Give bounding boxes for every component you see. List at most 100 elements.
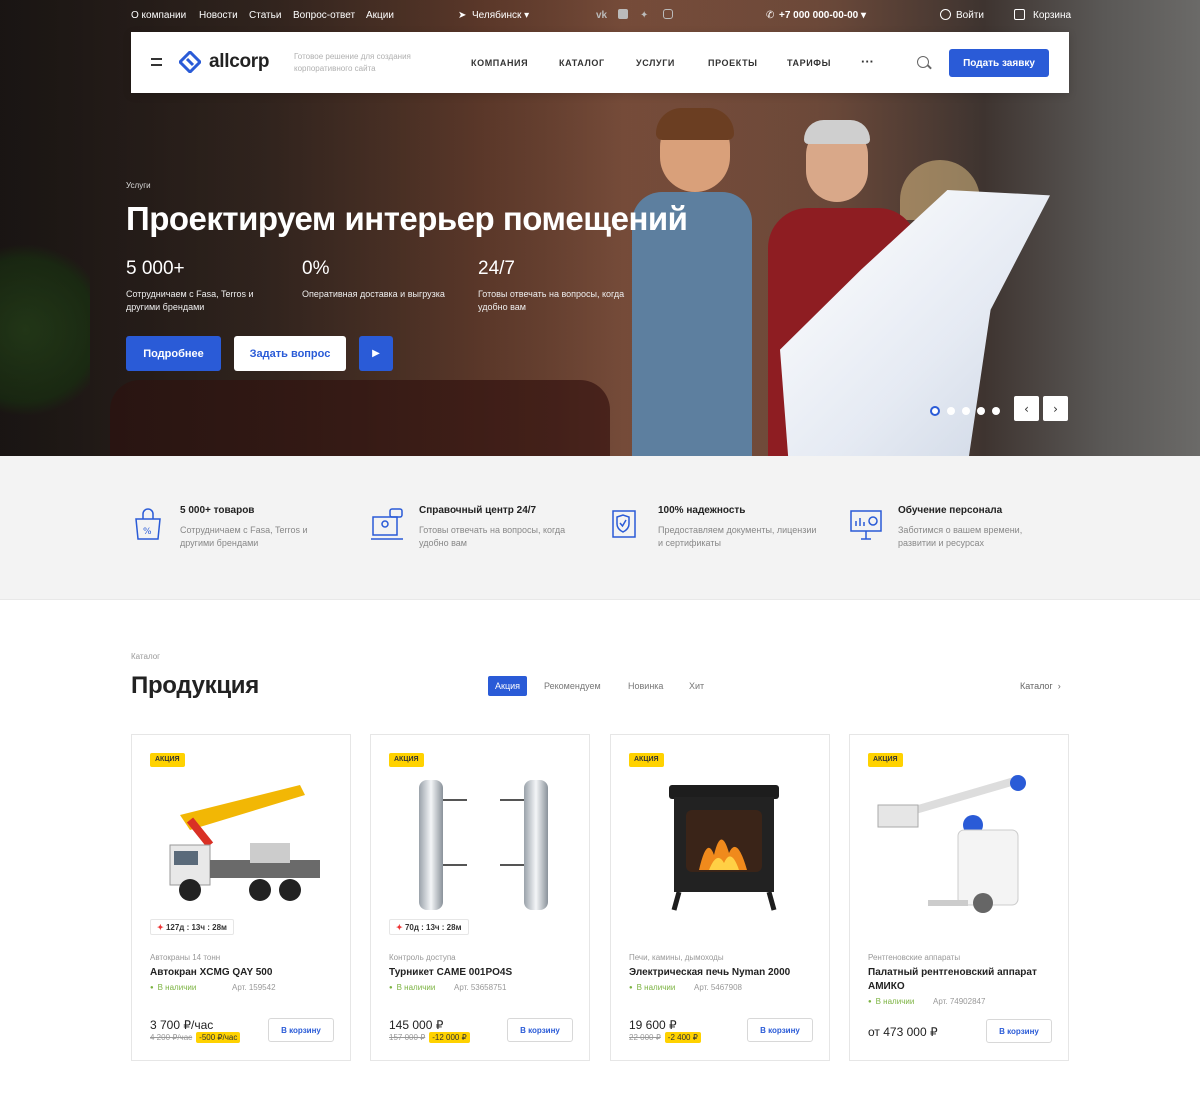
- search-icon[interactable]: [917, 56, 929, 68]
- product-price: 3 700 ₽/час: [150, 1018, 214, 1032]
- nav-catalog[interactable]: Каталог: [559, 58, 605, 68]
- cart-link[interactable]: Корзина: [1033, 10, 1071, 21]
- phone-icon: ✆: [766, 10, 775, 21]
- support-center-icon: [371, 508, 403, 540]
- product-card[interactable]: Акция Рентгеновские аппараты Палатный ре…: [849, 734, 1069, 1061]
- more-details-button[interactable]: Подробнее: [126, 336, 221, 371]
- slider-prev-button[interactable]: ‹: [1014, 396, 1039, 421]
- tab-new[interactable]: Новинка: [621, 676, 670, 696]
- feature-text: Готовы отвечать на вопросы, когда удобно…: [419, 525, 566, 548]
- product-card[interactable]: Акция Печи, камины, дымоходы Электрическ…: [610, 734, 830, 1061]
- section-title: Продукция: [131, 672, 259, 699]
- nav-tariffs[interactable]: Тарифы: [787, 58, 831, 68]
- tab-recommended[interactable]: Рекомендуем: [537, 676, 608, 696]
- topbar-link-faq[interactable]: Вопрос-ответ: [293, 10, 355, 21]
- slider-dot[interactable]: [992, 406, 1000, 415]
- hero-stat: 24/7 Готовы отвечать на вопросы, когда уд…: [478, 258, 625, 312]
- promo-badge: Акция: [150, 753, 185, 767]
- hero-slider: О компании Новости Статьи Вопрос-ответ А…: [0, 0, 1200, 456]
- play-video-button[interactable]: ▶: [359, 336, 393, 371]
- topbar-link-news[interactable]: Новости: [199, 10, 238, 21]
- product-card[interactable]: Акция ✦ 70д : 13ч : 28м Контроль доступа…: [370, 734, 590, 1061]
- feature-title: Обучение персонала: [898, 505, 1003, 516]
- slider-dots: [930, 402, 1007, 420]
- logo-text[interactable]: allcorp: [209, 51, 270, 73]
- feature-text: Предоставляем документы, лицензии и серт…: [658, 525, 817, 548]
- certificate-shield-icon: [612, 510, 636, 538]
- article-number: Арт. 74902847: [933, 997, 986, 1006]
- stock-status: В наличии: [629, 983, 676, 992]
- breadcrumb[interactable]: Каталог: [131, 652, 160, 661]
- add-to-cart-button[interactable]: В корзину: [986, 1019, 1052, 1043]
- add-to-cart-button[interactable]: В корзину: [268, 1018, 334, 1042]
- slider-dot[interactable]: [930, 405, 940, 416]
- submit-request-button[interactable]: Подать заявку: [949, 49, 1049, 77]
- hero-stat: 5 000+ Сотрудничаем с Fasa, Terros и друг…: [126, 258, 254, 312]
- product-name[interactable]: Электрическая печь Nyman 2000: [629, 966, 813, 980]
- phone-number[interactable]: +7 000 000-00-00 ▾: [779, 10, 866, 21]
- tab-hit[interactable]: Хит: [682, 676, 711, 696]
- slider-next-button[interactable]: ›: [1043, 396, 1068, 421]
- nav-services[interactable]: Услуги: [636, 58, 675, 68]
- slide-label: Услуги: [126, 181, 151, 190]
- fire-icon: ✦: [157, 923, 164, 932]
- logo-mark-icon[interactable]: [179, 51, 201, 73]
- turnstile-image[interactable]: [389, 775, 573, 915]
- topbar-link-about[interactable]: О компании: [131, 10, 186, 21]
- instagram-icon[interactable]: [663, 9, 673, 19]
- promo-timer: ✦ 70д : 13ч : 28м: [389, 919, 469, 935]
- more-menu-icon[interactable]: ···: [861, 54, 874, 69]
- feature-text: Сотрудничаем с Fasa, Terros и другими бр…: [180, 525, 308, 548]
- vk-icon[interactable]: vk: [596, 10, 607, 21]
- facebook-icon[interactable]: [618, 9, 628, 19]
- xray-machine-image[interactable]: [868, 775, 1052, 915]
- add-to-cart-button[interactable]: В корзину: [507, 1018, 573, 1042]
- shopping-bag-icon: %: [135, 508, 161, 540]
- crane-truck-image[interactable]: [150, 775, 334, 915]
- main-header: allcorp Готовое решение для создания кор…: [131, 32, 1069, 93]
- city-selector[interactable]: Челябинск ▾: [472, 10, 529, 21]
- product-name[interactable]: Палатный рентгеновский аппарат АМИКО: [868, 966, 1052, 994]
- stock-status: В наличии: [150, 983, 197, 992]
- promo-badge: Акция: [868, 753, 903, 767]
- ask-question-button[interactable]: Задать вопрос: [234, 336, 346, 371]
- twitter-icon[interactable]: ✦: [640, 10, 648, 21]
- promo-badge: Акция: [629, 753, 664, 767]
- feature-title: Справочный центр 24/7: [419, 505, 537, 516]
- slider-dot[interactable]: [947, 406, 955, 415]
- product-name[interactable]: Турникет CAME 001PO4S: [389, 966, 573, 980]
- fire-icon: ✦: [396, 923, 403, 932]
- nav-company[interactable]: Компания: [471, 58, 528, 68]
- tab-promo[interactable]: Акция: [488, 676, 527, 696]
- hero-stat: 0% Оперативная доставка и выгрузка: [302, 258, 445, 299]
- old-price: 157 000 ₽ -12 000 ₽: [389, 1032, 470, 1043]
- catalog-link[interactable]: Каталог ›: [1020, 681, 1061, 691]
- article-number: Арт. 159542: [232, 983, 276, 992]
- promo-badge: Акция: [389, 753, 424, 767]
- product-category[interactable]: Рентгеновские аппараты: [868, 953, 960, 962]
- electric-fireplace-image[interactable]: [629, 775, 813, 915]
- cart-icon: [1014, 9, 1025, 20]
- stock-status: В наличии: [389, 983, 436, 992]
- topbar-link-articles[interactable]: Статьи: [249, 10, 281, 21]
- slider-dot[interactable]: [977, 406, 985, 415]
- old-price: 22 000 ₽ -2 400 ₽: [629, 1032, 701, 1043]
- feature-title: 5 000+ товаров: [180, 505, 255, 516]
- nav-projects[interactable]: Проекты: [708, 58, 758, 68]
- old-price: 4 200 ₽/час -500 ₽/час: [150, 1032, 241, 1043]
- user-icon: [940, 9, 951, 20]
- product-card[interactable]: Акция ✦ 127д : 13ч : 28м Автокраны 14 то…: [131, 734, 351, 1061]
- product-category[interactable]: Автокраны 14 тонн: [150, 953, 220, 962]
- product-category[interactable]: Печи, камины, дымоходы: [629, 953, 724, 962]
- product-name[interactable]: Автокран XCMG QAY 500: [150, 966, 334, 980]
- slider-dot[interactable]: [962, 406, 970, 415]
- login-link[interactable]: Войти: [956, 10, 984, 21]
- add-to-cart-button[interactable]: В корзину: [747, 1018, 813, 1042]
- menu-burger-icon[interactable]: [151, 58, 162, 66]
- product-category[interactable]: Контроль доступа: [389, 953, 456, 962]
- topbar-link-promo[interactable]: Акции: [366, 10, 394, 21]
- article-number: Арт. 5467908: [694, 983, 742, 992]
- article-number: Арт. 53658751: [454, 983, 507, 992]
- product-price: 19 600 ₽: [629, 1018, 677, 1032]
- stock-status: В наличии: [868, 997, 915, 1006]
